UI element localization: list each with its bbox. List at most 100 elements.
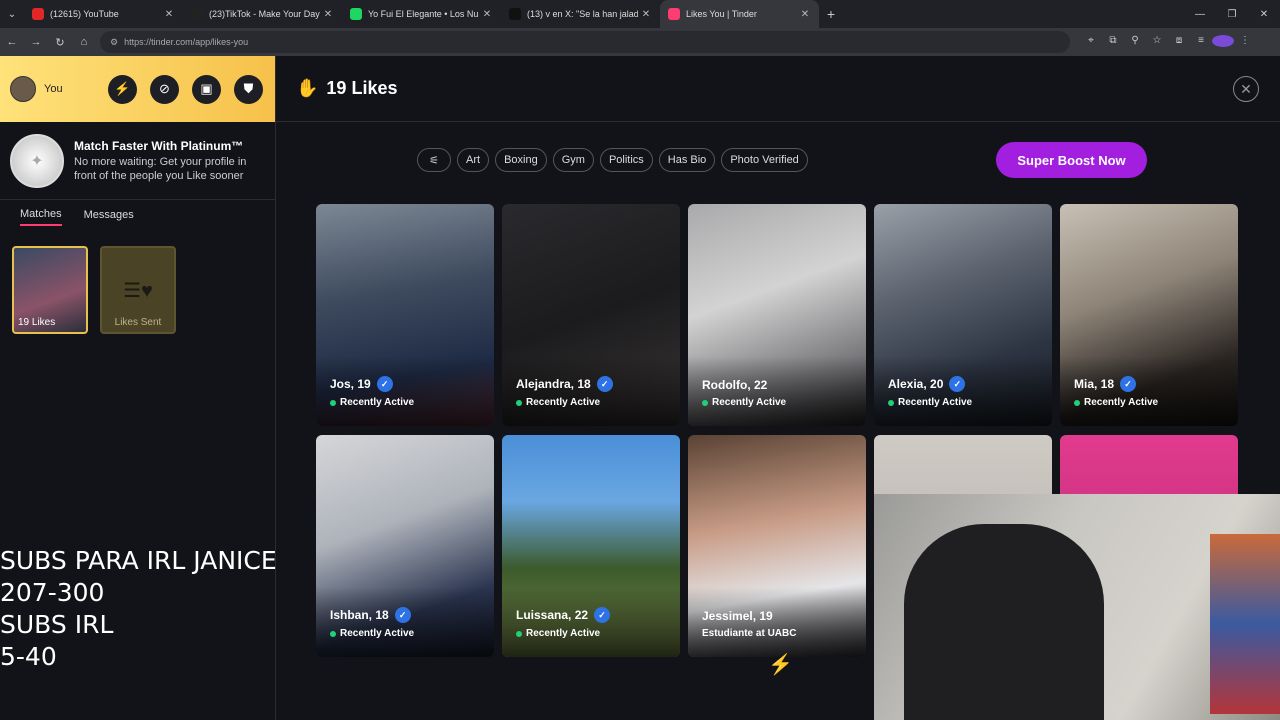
boost-bolt-icon[interactable]: ⚡ — [108, 74, 137, 104]
browser-tab[interactable]: (13) v en X: "Se la han jalado co✕ — [501, 0, 660, 28]
stream-overlay-text: SUBS PARA IRL JANICE 207-300 SUBS IRL 5-… — [0, 545, 277, 673]
verified-badge-icon: ✓ — [376, 376, 393, 392]
profile-name: Luissana, 22 ✓ — [516, 607, 611, 623]
browser-tab-bar: ⌄ (12615) YouTube ✕ (23)TikTok - Make Your… — [0, 0, 1280, 28]
profile-name: Alejandra, 18 ✓ — [516, 376, 613, 392]
tab-close-icon[interactable]: ✕ — [161, 9, 177, 20]
active-dot-icon — [888, 399, 894, 406]
zoom-icon[interactable]: ⚲ — [1124, 35, 1146, 50]
active-dot-icon — [516, 399, 522, 406]
active-dot-icon — [702, 399, 708, 406]
bookmark-star-icon[interactable]: ☆ — [1146, 35, 1168, 50]
new-tab-button[interactable]: + — [819, 6, 843, 22]
profile-name: Jos, 19 ✓ — [330, 376, 393, 392]
overlay-line: SUBS PARA IRL JANICE — [0, 546, 277, 575]
profile-card[interactable]: Alejandra, 18 ✓ Recently Active — [502, 204, 680, 426]
filter-settings-icon[interactable]: ⚟ — [417, 148, 451, 172]
platinum-promo[interactable]: ✦ Match Faster With Platinum™ No more wa… — [0, 122, 275, 200]
overlay-line: 207-300 — [0, 578, 105, 607]
tab-matches[interactable]: Matches — [20, 208, 62, 226]
toolbar-icons: ⌖ ⧉ ⚲ ☆ ⧈ ≡ ⋮ — [1080, 34, 1256, 50]
location-icon[interactable]: ⌖ — [1080, 35, 1102, 50]
address-bar-row: ← → ↻ ⌂ ⚙ https://tinder.com/app/likes-y… — [0, 28, 1280, 56]
browser-tab[interactable]: Likes You | Tinder ✕ — [660, 0, 819, 28]
profile-card[interactable]: Luissana, 22 ✓ Recently Active — [502, 435, 680, 657]
profile-status: Recently Active — [330, 628, 414, 639]
likes-sent-card[interactable]: ☰♥ Likes Sent — [100, 246, 176, 334]
profile-status: Recently Active — [888, 397, 972, 408]
tab-search-icon[interactable]: ⌄ — [0, 0, 24, 28]
verified-badge-icon: ✓ — [394, 607, 411, 623]
back-icon[interactable]: ← — [0, 36, 24, 48]
super-boost-button[interactable]: Super Boost Now — [996, 142, 1147, 178]
browser-tab[interactable]: (23)TikTok - Make Your Day ✕ — [183, 0, 342, 28]
profile-card[interactable]: Ishban, 18 ✓ Recently Active — [316, 435, 494, 657]
avatar[interactable] — [10, 76, 36, 102]
browser-tab[interactable]: Yo Fui El Elegante • Los Nu ✕ — [342, 0, 501, 28]
likes-sent-icon: ☰♥ — [123, 279, 153, 302]
verified-badge-icon: ✓ — [1120, 376, 1137, 392]
active-dot-icon — [1074, 399, 1080, 406]
tab-close-icon[interactable]: ✕ — [797, 9, 813, 20]
profile-name: Mia, 18 ✓ — [1074, 376, 1137, 392]
profile-status: Recently Active — [516, 628, 600, 639]
extensions-icon[interactable]: ⧈ — [1168, 35, 1190, 50]
tab-favicon-icon — [32, 8, 44, 20]
overlay-line: 5-40 — [0, 642, 57, 671]
profile-card[interactable]: Rodolfo, 22 Recently Active — [688, 204, 866, 426]
tab-close-icon[interactable]: ✕ — [638, 9, 654, 20]
tab-favicon-icon — [668, 8, 680, 20]
safety-shield-icon[interactable]: ⛊ — [234, 74, 263, 104]
filter-chip-photo-verified[interactable]: Photo Verified — [721, 148, 808, 172]
tab-close-icon[interactable]: ✕ — [320, 9, 336, 20]
filter-chip-has-bio[interactable]: Has Bio — [658, 148, 716, 172]
profile-status: Recently Active — [330, 397, 414, 408]
profile-card[interactable]: Jessimel, 19 Estudiante at UABC — [688, 435, 866, 657]
reload-icon[interactable]: ↻ — [48, 36, 72, 49]
media-control-icon[interactable]: ≡ — [1190, 35, 1212, 50]
filter-chip-boxing[interactable]: Boxing — [495, 148, 547, 172]
profile-card[interactable]: Mia, 18 ✓ Recently Active — [1060, 204, 1238, 426]
promo-title: Match Faster With Platinum™ — [74, 138, 244, 153]
briefcase-icon[interactable]: ▣ — [192, 74, 221, 104]
bolt-icon: ⚡ — [768, 654, 793, 676]
tab-messages[interactable]: Messages — [84, 209, 134, 225]
profile-card[interactable]: Alexia, 20 ✓ Recently Active — [874, 204, 1052, 426]
active-dot-icon — [330, 630, 336, 637]
browser-menu-icon[interactable]: ⋮ — [1234, 35, 1256, 50]
profile-card[interactable]: Jos, 19 ✓ Recently Active — [316, 204, 494, 426]
tab-title: (13) v en X: "Se la han jalado co — [527, 9, 638, 19]
webcam-overlay — [874, 494, 1280, 720]
home-icon[interactable]: ⌂ — [72, 36, 96, 48]
profile-name: Jessimel, 19 — [702, 609, 773, 623]
likes-hands-icon: ✋ — [296, 78, 319, 98]
filter-chip-art[interactable]: Art — [457, 148, 490, 172]
url-text: https://tinder.com/app/likes-you — [124, 37, 249, 47]
boost-bolt-overlay: ⚡ — [688, 652, 868, 720]
profile-status: Estudiante at UABC — [702, 628, 797, 639]
site-info-icon[interactable]: ⚙ — [110, 37, 118, 48]
profile-status: Recently Active — [1074, 397, 1158, 408]
tab-favicon-icon — [191, 8, 203, 20]
window-close-icon[interactable]: ✕ — [1248, 0, 1280, 28]
minimize-icon[interactable]: — — [1184, 0, 1216, 28]
tab-title: Likes You | Tinder — [686, 9, 757, 19]
url-field[interactable]: ⚙ https://tinder.com/app/likes-you — [100, 31, 1070, 53]
restore-icon[interactable]: ❐ — [1216, 0, 1248, 28]
forward-icon[interactable]: → — [24, 36, 48, 48]
screen-cast-icon[interactable]: ⧉ — [1102, 35, 1124, 50]
tab-close-icon[interactable]: ✕ — [479, 9, 495, 20]
profile-label[interactable]: You — [44, 83, 63, 95]
profile-icon[interactable] — [1212, 34, 1234, 50]
browser-tab[interactable]: (12615) YouTube ✕ — [24, 0, 183, 28]
close-icon[interactable]: ✕ — [1233, 76, 1259, 102]
active-dot-icon — [330, 399, 336, 406]
likes-you-card[interactable]: 19 Likes — [12, 246, 88, 334]
verified-badge-icon: ✓ — [594, 607, 611, 623]
tab-strip: (12615) YouTube ✕ (23)TikTok - Make Your D… — [24, 0, 819, 28]
filter-chip-gym[interactable]: Gym — [552, 148, 594, 172]
filter-chip-politics[interactable]: Politics — [599, 148, 653, 172]
verified-badge-icon: ✓ — [596, 376, 613, 392]
explore-compass-icon[interactable]: ⊘ — [150, 74, 179, 104]
overlay-line: SUBS IRL — [0, 610, 114, 639]
